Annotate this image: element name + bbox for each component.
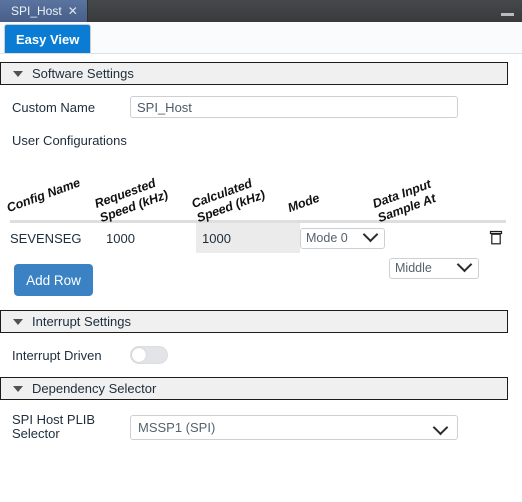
- column-header-data-input-sample-at: Data Input Sample At: [370, 176, 438, 226]
- field-interrupt-driven: Interrupt Driven: [0, 346, 522, 364]
- cell-delete: [486, 223, 506, 253]
- tab-easy-view-label: Easy View: [16, 31, 80, 47]
- mode-select[interactable]: Mode 0: [300, 227, 385, 249]
- interrupt-driven-label: Interrupt Driven: [12, 347, 102, 363]
- chevron-down-icon: [13, 70, 23, 77]
- trash-icon[interactable]: [489, 230, 503, 246]
- column-header-calculated-speed: Calculated Speed (kHz): [189, 176, 267, 226]
- section-header-dependency-selector[interactable]: Dependency Selector: [0, 377, 508, 400]
- custom-name-input[interactable]: [130, 96, 458, 118]
- window-titlebar: SPI_Host ✕: [0, 0, 522, 22]
- section-title-software-settings: Software Settings: [32, 66, 134, 81]
- interrupt-driven-toggle[interactable]: [130, 346, 168, 364]
- spi-host-plib-selector-label: SPI Host PLIB Selector: [12, 412, 96, 441]
- cell-requested-speed[interactable]: 1000: [106, 223, 196, 253]
- column-header-config-name: Config Name: [4, 175, 83, 216]
- add-row-button[interactable]: Add Row: [14, 264, 93, 296]
- titlebar-spacer: [88, 0, 492, 22]
- user-configurations-label: User Configurations: [12, 133, 127, 148]
- tab-easy-view[interactable]: Easy View: [4, 24, 92, 53]
- chevron-down-icon: [13, 385, 23, 392]
- sample-at-select[interactable]: Middle: [389, 257, 479, 279]
- field-custom-name: Custom Name: [0, 96, 522, 118]
- table-row: SEVENSEG 1000 1000 Mode 0 Middle: [0, 223, 522, 279]
- chevron-down-icon: [13, 318, 23, 325]
- cell-calculated-speed: 1000: [196, 223, 300, 253]
- view-tabstrip: Easy View: [0, 22, 522, 54]
- window-tab-spi-host[interactable]: SPI_Host ✕: [0, 0, 88, 22]
- cell-config-name: SEVENSEG: [10, 230, 82, 246]
- section-header-software-settings[interactable]: Software Settings: [0, 62, 508, 85]
- custom-name-label: Custom Name: [12, 99, 96, 115]
- field-spi-host-plib-selector: SPI Host PLIB Selector MSSP1 (SPI): [0, 413, 522, 441]
- close-icon[interactable]: ✕: [68, 5, 78, 17]
- plib-select-shell: MSSP1 (SPI): [130, 414, 458, 440]
- toggle-knob: [132, 348, 146, 362]
- cell-sample-at: Middle: [389, 253, 479, 283]
- window-tab-label: SPI_Host: [11, 4, 62, 18]
- column-header-requested-speed: Requested Speed (kHz): [92, 175, 170, 226]
- minimize-icon[interactable]: [492, 0, 522, 22]
- spi-host-plib-select[interactable]: MSSP1 (SPI): [130, 414, 458, 440]
- section-title-interrupt-settings: Interrupt Settings: [32, 314, 131, 329]
- settings-content: Software Settings Custom Name User Confi…: [0, 54, 522, 502]
- section-header-interrupt-settings[interactable]: Interrupt Settings: [0, 310, 508, 333]
- section-title-dependency-selector: Dependency Selector: [32, 381, 157, 396]
- config-table: Config Name Requested Speed (kHz) Calcul…: [0, 164, 522, 296]
- config-table-headers: Config Name Requested Speed (kHz) Calcul…: [0, 164, 522, 226]
- column-header-mode: Mode: [285, 190, 322, 216]
- cell-mode: Mode 0: [300, 223, 385, 253]
